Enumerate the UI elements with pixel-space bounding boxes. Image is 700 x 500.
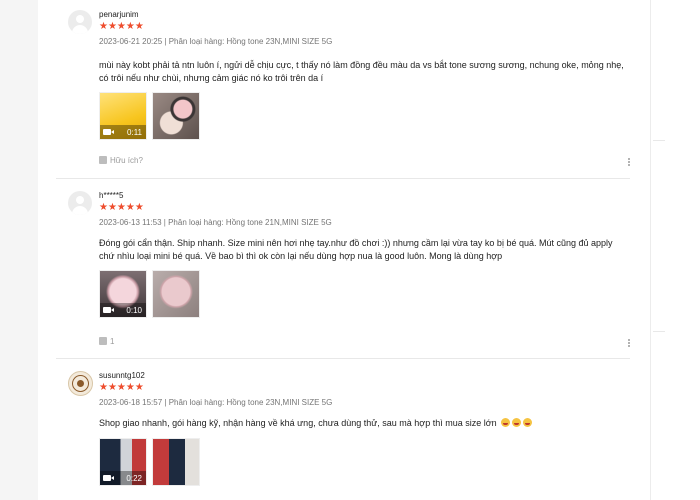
review-divider (56, 178, 630, 179)
sidebar-divider (653, 331, 665, 332)
sidebar-divider (653, 140, 665, 141)
smiling-face-icon (501, 418, 511, 427)
review-photo[interactable] (152, 270, 200, 318)
right-sidebar (650, 0, 700, 500)
review-username[interactable]: susunntg102 (99, 371, 145, 380)
review-video-thumbnail[interactable]: 0:22 (99, 438, 147, 486)
avatar[interactable] (68, 191, 92, 215)
helpful-count: 1 (110, 337, 115, 346)
review-username[interactable]: h*****5 (99, 191, 123, 200)
video-camera-icon (103, 129, 114, 135)
review-item: susunntg102 ★★★★★ 2023-06-18 15:57 | Phâ… (60, 371, 632, 500)
review-username[interactable]: penarjunim (99, 10, 139, 19)
video-duration: 0:22 (126, 474, 142, 483)
thumbs-up-icon (99, 156, 107, 164)
review-photo[interactable] (152, 438, 200, 486)
review-item: h*****5 ★★★★★ 2023-06-13 11:53 | Phân lo… (60, 191, 632, 351)
review-content: Đóng gói cẩn thận. Ship nhanh. Size mini… (99, 238, 613, 261)
thumbs-up-icon (99, 337, 107, 345)
smiling-face-icon (523, 418, 533, 427)
video-camera-icon (103, 475, 114, 481)
video-duration: 0:10 (126, 306, 142, 315)
review-content: Shop giao nhanh, gói hàng kỹ, nhận hàng … (99, 418, 497, 428)
review-content: mùi này kobt phải tả ntn luôn í, ngửi dễ… (99, 60, 624, 83)
review-item: penarjunim ★★★★★ 2023-06-21 20:25 | Phân… (60, 10, 632, 170)
review-content-line: Shop giao nhanh, gói hàng kỹ, nhận hàng … (99, 417, 629, 430)
review-meta: 2023-06-18 15:57 | Phân loại hàng: Hồng … (99, 398, 333, 407)
review-photo[interactable] (152, 92, 200, 140)
review-video-thumbnail[interactable]: 0:11 (99, 92, 147, 140)
more-vertical-icon[interactable] (628, 157, 632, 167)
video-camera-icon (103, 307, 114, 313)
review-meta: 2023-06-21 20:25 | Phân loại hàng: Hồng … (99, 37, 333, 46)
helpful-label: Hữu ích? (110, 156, 143, 165)
helpful-button[interactable]: 1 (99, 337, 114, 346)
review-video-thumbnail[interactable]: 0:10 (99, 270, 147, 318)
rating-stars: ★★★★★ (99, 382, 144, 393)
video-duration: 0:11 (127, 128, 142, 137)
avatar[interactable] (68, 10, 92, 34)
rating-stars: ★★★★★ (99, 21, 144, 32)
helpful-button[interactable]: Hữu ích? (99, 156, 143, 165)
rating-stars: ★★★★★ (99, 202, 144, 213)
smiling-face-icon (512, 418, 522, 427)
more-vertical-icon[interactable] (628, 338, 632, 348)
review-meta: 2023-06-13 11:53 | Phân loại hàng: Hồng … (99, 218, 332, 227)
review-divider (56, 358, 630, 359)
avatar[interactable] (68, 371, 93, 396)
